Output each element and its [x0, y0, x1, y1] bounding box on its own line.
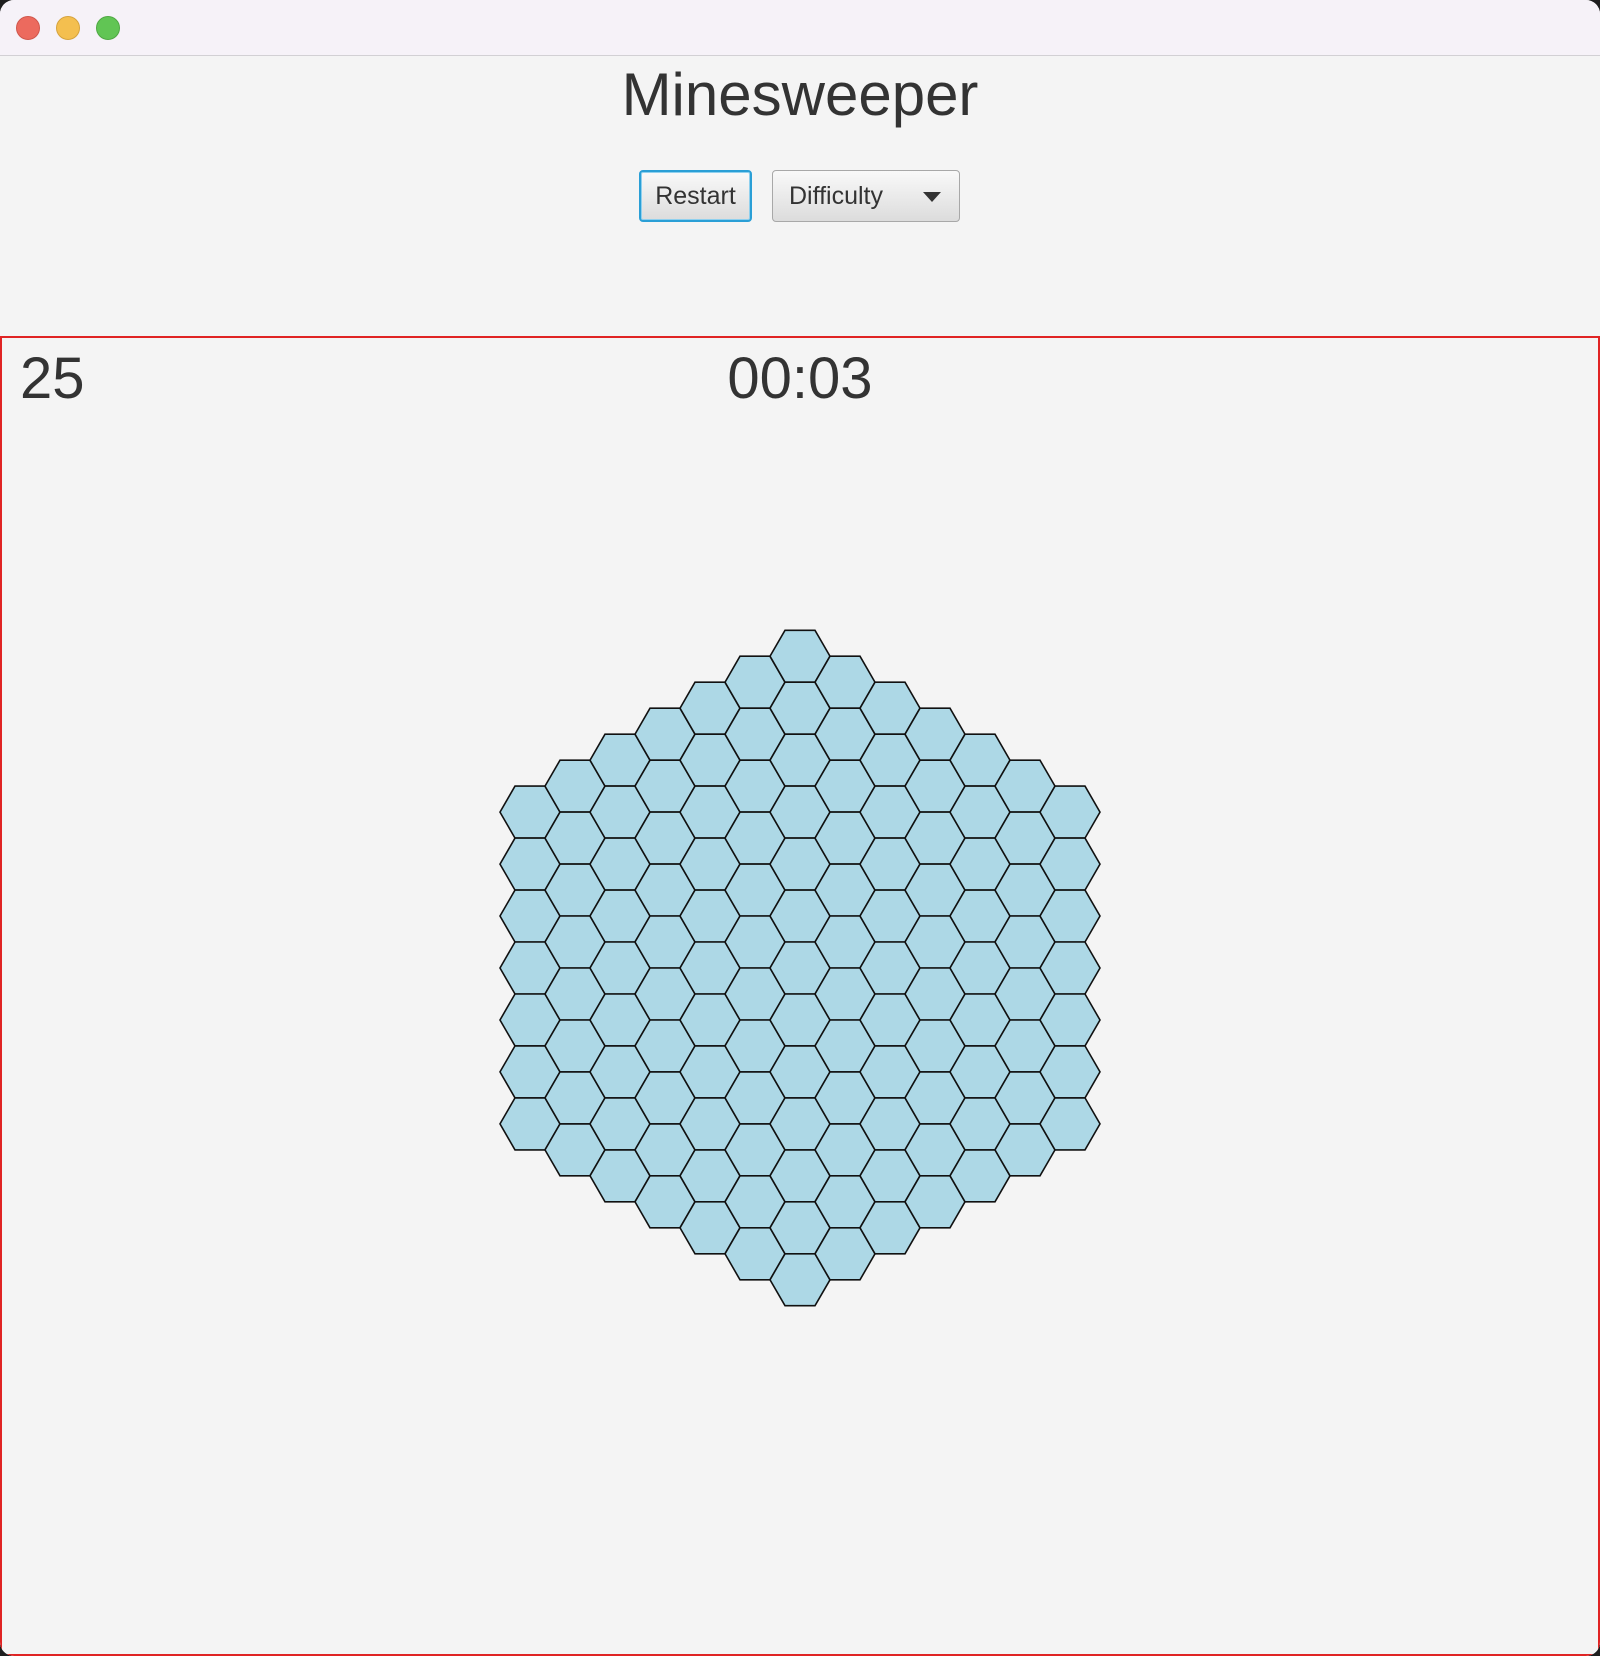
hex-board: [499, 629, 1101, 1307]
close-window-button[interactable]: [16, 16, 40, 40]
maximize-window-button[interactable]: [96, 16, 120, 40]
toolbar: Restart Difficulty: [0, 170, 1600, 222]
game-panel: 25 00:03: [0, 336, 1600, 1656]
chevron-down-icon: [923, 192, 941, 202]
minimize-window-button[interactable]: [56, 16, 80, 40]
app-title: Minesweeper: [621, 61, 979, 128]
difficulty-dropdown[interactable]: Difficulty: [772, 170, 960, 222]
app-window: Minesweeper Restart Difficulty 25 00:03: [0, 0, 1600, 1656]
difficulty-label: Difficulty: [789, 181, 884, 210]
restart-button[interactable]: Restart: [639, 170, 752, 222]
title-bar: [0, 0, 1600, 56]
